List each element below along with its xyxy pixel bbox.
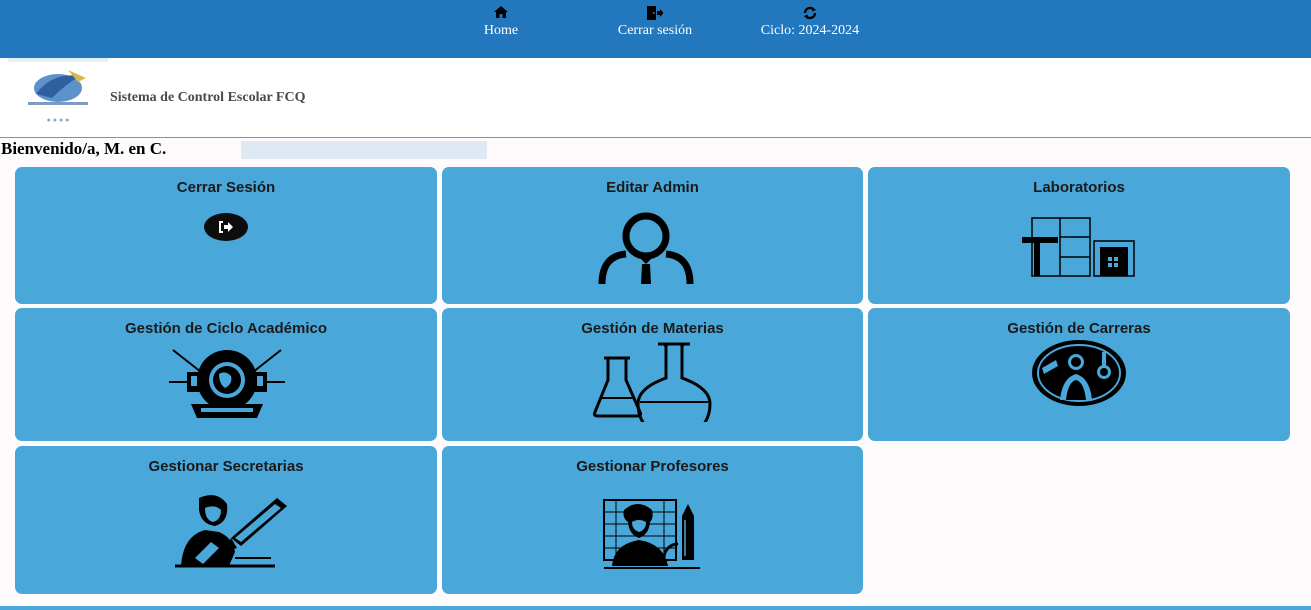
card-gestion-carreras[interactable]: Gestión de Carreras [868,308,1290,441]
scientist-icon [1030,338,1128,413]
refresh-icon [760,6,860,22]
card-editar-admin[interactable]: Editar Admin [442,167,863,304]
flask-icon [592,340,714,442]
logout-icon [203,212,249,247]
nav-ciclo-link[interactable]: Ciclo: 2024-2024 [760,6,860,38]
card-title: Laboratorios [1033,179,1125,196]
card-gestionar-secretarias[interactable]: Gestionar Secretarias [15,446,437,594]
top-navbar: Home Cerrar sesión Ciclo: 2024-2024 [0,0,1311,58]
user-icon [596,212,696,291]
nav-home-label: Home [483,23,519,38]
card-title: Gestionar Profesores [576,458,729,475]
card-title: Gestión de Carreras [1007,320,1151,337]
card-title: Gestión de Ciclo Académico [125,320,327,337]
academic-emblem-icon [167,346,287,425]
system-title: Sistema de Control Escolar FCQ [110,90,306,105]
svg-text:● ● ● ●: ● ● ● ● [47,117,70,124]
card-title: Cerrar Sesión [176,179,276,196]
card-laboratorios[interactable]: Laboratorios [868,167,1290,304]
nav-logout-link[interactable]: Cerrar sesión [598,6,712,38]
home-icon [470,6,532,22]
door-exit-icon [598,6,712,22]
nav-ciclo-label: Ciclo: 2024-2024 [760,23,860,38]
card-cerrar-sesion[interactable]: Cerrar Sesión [15,167,437,304]
footer-divider [0,606,1311,610]
site-header: ● ● ● ● Sistema de Control Escolar FCQ [0,58,1311,138]
card-gestion-ciclo-academico[interactable]: Gestión de Ciclo Académico [15,308,437,441]
redacted-username [241,141,487,159]
laboratory-icon [1020,217,1138,284]
fcq-logo: ● ● ● ● [8,58,108,136]
card-gestionar-profesores[interactable]: Gestionar Profesores [442,446,863,594]
secretary-icon [171,492,291,575]
card-title: Editar Admin [606,179,699,196]
card-gestion-materias[interactable]: Gestión de Materias [442,308,863,442]
nav-home-link[interactable]: Home [470,6,532,38]
card-title: Gestionar Secretarias [148,458,304,475]
card-title: Gestión de Materias [581,320,724,337]
professor-icon [602,498,702,575]
nav-logout-label: Cerrar sesión [617,23,693,38]
welcome-message: Bienvenido/a, M. en C. [1,139,167,158]
